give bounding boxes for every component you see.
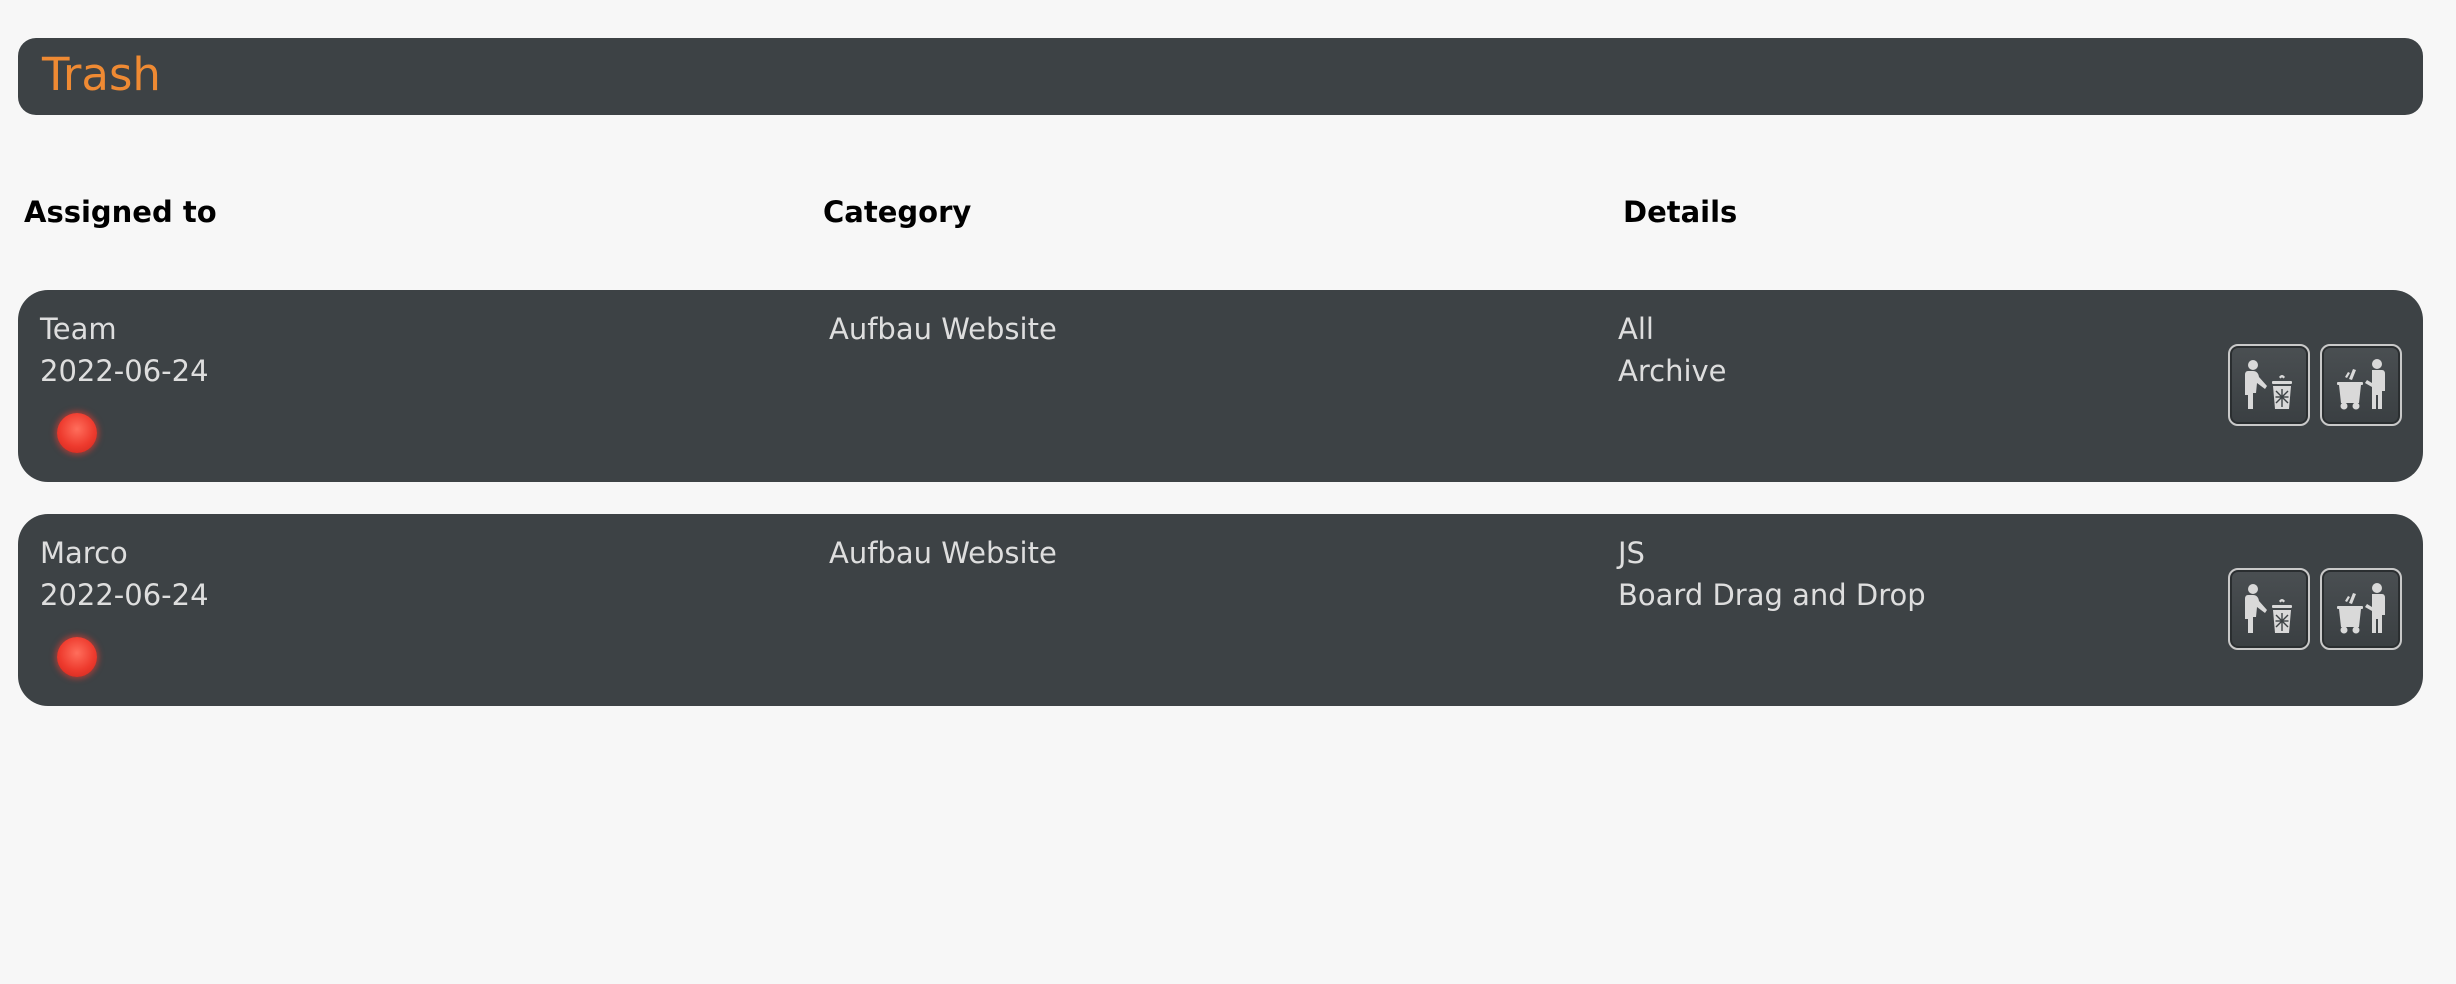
task-assignee: Marco: [40, 536, 128, 570]
column-header-details: Details: [1623, 195, 1738, 229]
delete-permanently-icon: [2245, 584, 2292, 633]
restore-icon: [2337, 583, 2385, 634]
priority-status-dot: [57, 413, 97, 453]
task-date: 2022-06-24: [40, 578, 209, 612]
column-header-assigned-to: Assigned to: [24, 195, 217, 229]
task-date: 2022-06-24: [40, 354, 209, 388]
trash-task-row: Team 2022-06-24 Aufbau Website All Archi…: [18, 290, 2423, 482]
page-header: Trash: [18, 38, 2423, 115]
task-assignee: Team: [40, 312, 117, 346]
trash-task-row: Marco 2022-06-24 Aufbau Website JS Board…: [18, 514, 2423, 706]
task-details-title: JS: [1618, 536, 1645, 570]
restore-button[interactable]: [2320, 568, 2402, 650]
task-details-description: Board Drag and Drop: [1618, 578, 1926, 612]
task-details-description: Archive: [1618, 354, 1727, 388]
delete-permanently-icon: [2245, 360, 2292, 409]
restore-icon: [2337, 359, 2385, 410]
delete-permanently-button[interactable]: [2228, 344, 2310, 426]
task-category: Aufbau Website: [829, 536, 1057, 570]
page-title: Trash: [42, 48, 161, 101]
delete-permanently-button[interactable]: [2228, 568, 2310, 650]
task-category: Aufbau Website: [829, 312, 1057, 346]
column-header-category: Category: [823, 195, 972, 229]
task-details-title: All: [1618, 312, 1654, 346]
priority-status-dot: [57, 637, 97, 677]
restore-button[interactable]: [2320, 344, 2402, 426]
